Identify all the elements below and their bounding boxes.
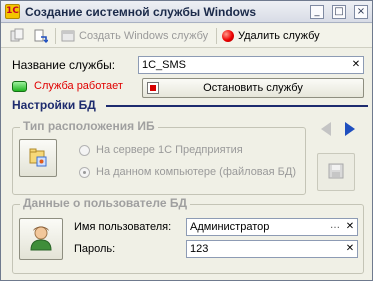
select-user-button[interactable] [19,218,63,260]
service-status-text: Служба работает [34,80,123,92]
username-value: Администратор [190,221,270,233]
clear-password-icon[interactable]: ✕ [343,241,357,257]
location-type-title: Тип расположения ИБ [20,119,158,133]
stop-service-button[interactable]: Остановить службу [142,78,364,98]
minimize-button[interactable]: _ [310,5,324,19]
create-service-label: Создать Windows службу [79,30,209,42]
user-data-group: Данные о пользователе БД [12,196,364,274]
copy-icon[interactable] [9,28,25,44]
radio-server[interactable] [79,144,90,156]
toolbar-separator-2 [216,28,217,44]
stop-icon [147,82,159,94]
maximize-button[interactable]: □ [332,5,346,19]
next-arrow-icon[interactable] [341,120,359,138]
password-label: Пароль: [74,243,116,255]
toolbar: Создать Windows службу Удалить службу [1,24,372,48]
stop-service-label: Остановить службу [203,82,303,94]
database-folder-icon [29,148,47,167]
previous-arrow-icon[interactable] [317,120,335,138]
select-db-button[interactable] [19,139,57,177]
radio-local[interactable] [79,166,90,178]
username-input[interactable]: Администратор … ✕ [186,218,358,236]
user-data-title: Данные о пользователе БД [20,196,191,210]
save-disk-icon [328,163,344,179]
red-dot-icon [222,30,234,42]
password-value: 123 [190,243,209,255]
service-name-label: Название службы: [12,58,116,72]
clear-icon[interactable]: ✕ [349,57,363,73]
status-indicator-icon [12,81,27,92]
section-divider [106,105,368,107]
service-name-input[interactable]: 1C_SMS ✕ [138,56,364,74]
clear-username-icon[interactable]: ✕ [343,219,357,235]
service-name-value: 1C_SMS [142,59,187,71]
save-db-button[interactable] [317,153,355,191]
db-settings-title: Настройки БД [12,98,96,112]
username-label: Имя пользователя: [74,221,172,233]
password-input[interactable]: 123 ✕ [186,240,358,258]
select-user-icon[interactable]: … [328,219,342,235]
window-controls: _ □ × [310,5,368,19]
option-local-label: На данном компьютере (файловая БД) [96,166,296,178]
service-dialog: 1C Создание системной службы Windows _ □… [0,0,373,281]
user-icon [30,226,52,251]
refresh-icon[interactable] [32,28,48,44]
window-title: Создание системной службы Windows [25,5,257,19]
option-local[interactable]: На данном компьютере (файловая БД) [79,166,296,178]
option-server-label: На сервере 1С Предприятия [96,144,243,156]
close-button[interactable]: × [354,5,368,19]
option-server[interactable]: На сервере 1С Предприятия [79,144,243,156]
title-bar: 1C Создание системной службы Windows _ □… [1,1,372,23]
toolbar-separator [55,28,56,44]
create-service-button[interactable]: Создать Windows службу [61,27,208,45]
delete-service-button[interactable]: Удалить службу [222,27,320,45]
delete-service-label: Удалить службу [238,30,320,42]
window-service-icon [61,30,75,42]
app-logo-icon: 1C [5,4,20,19]
